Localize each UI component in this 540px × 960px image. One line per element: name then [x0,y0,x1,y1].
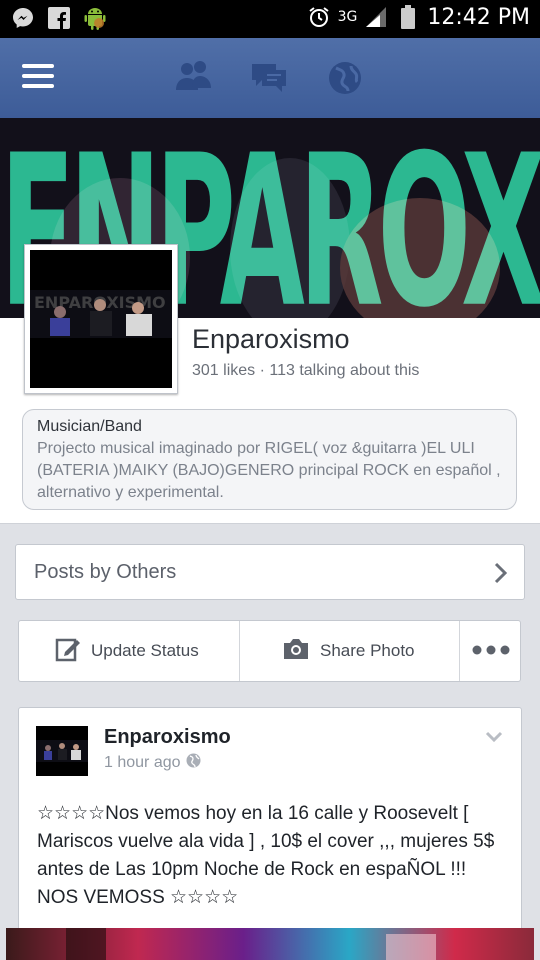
more-options-button[interactable] [459,621,521,681]
page-category: Musician/Band [37,418,142,435]
update-status-button[interactable]: Update Status [19,621,239,681]
posts-by-others-label: Posts by Others [34,561,177,583]
page-title: Enparoxismo [192,324,350,354]
camera-icon [282,637,310,666]
post-time-label: 1 hour ago [104,754,181,771]
post-timestamp[interactable]: 1 hour ago [104,753,201,773]
notifications-globe-icon[interactable] [324,58,366,98]
globe-icon [186,753,201,773]
chevron-right-icon [494,562,508,589]
page-stats[interactable]: 301 likes · 113 talking about this [192,362,419,380]
about-box[interactable]: Musician/Band Projecto musical imaginado… [22,409,517,510]
alarm-icon [306,4,332,30]
update-status-label: Update Status [91,641,199,660]
menu-icon[interactable] [22,62,60,94]
posts-by-others-button[interactable]: Posts by Others [15,544,525,600]
battery-icon [395,4,421,30]
composer-action-bar: Update Status Share Photo [18,620,521,682]
edit-icon [55,636,81,667]
share-photo-label: Share Photo [320,641,415,660]
post-photo[interactable] [6,928,534,960]
messages-icon[interactable] [248,58,290,98]
profile-picture[interactable]: ENPAROXISMO [24,244,178,394]
share-photo-button[interactable]: Share Photo [239,621,459,681]
post-author-avatar[interactable] [36,726,88,776]
post-card: Enparoxismo 1 hour ago ☆☆☆☆Nos vemos hoy… [18,707,522,947]
signal-icon [363,4,389,30]
status-bar: 3G 12:42 PM [0,0,540,38]
network-type-label: 3G [337,9,358,25]
friend-requests-icon[interactable] [172,58,214,98]
post-text: ☆☆☆☆Nos vemos hoy en la 16 calle y Roose… [37,803,495,908]
clock: 12:42 PM [427,4,530,30]
more-dots-icon [472,642,510,660]
app-bar [0,38,540,118]
post-author-name[interactable]: Enparoxismo [104,726,231,749]
page-description: Projecto musical imaginado por RIGEL( vo… [37,440,501,501]
android-icon [82,5,108,31]
chevron-down-icon[interactable] [485,730,503,748]
facebook-icon [46,5,72,31]
messenger-icon [10,5,36,31]
